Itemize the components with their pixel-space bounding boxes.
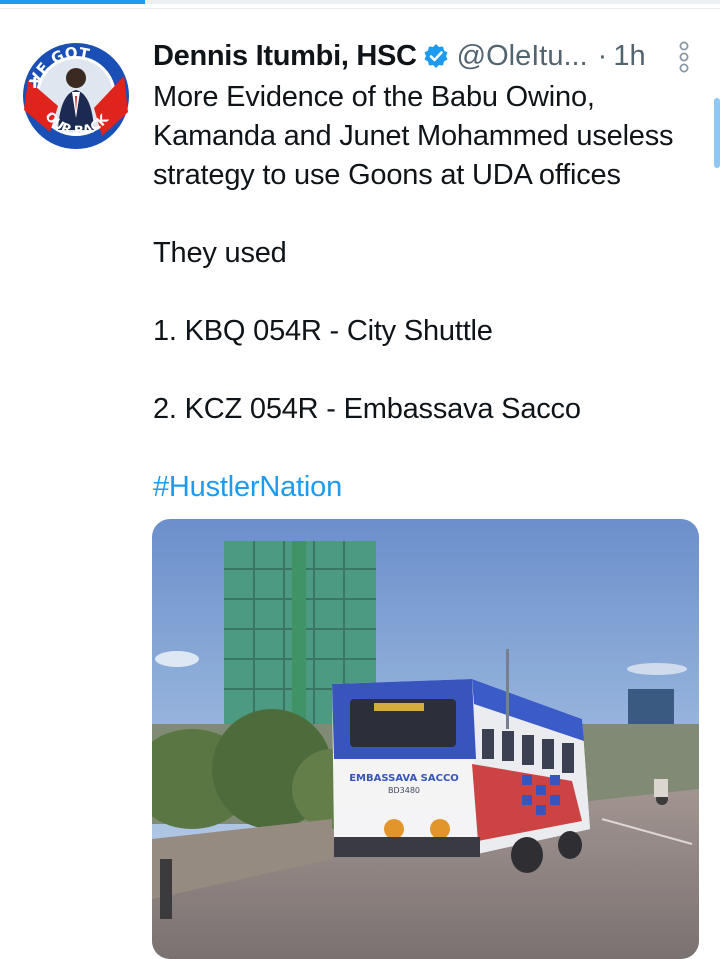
- hashtag-link[interactable]: #HustlerNation: [153, 468, 713, 507]
- author-handle[interactable]: @OleItu...: [457, 40, 588, 73]
- tweet-line-2: Kamanda and Junet Mohammed useless: [153, 120, 674, 152]
- author-name[interactable]: Dennis Itumbi, HSC: [153, 40, 417, 73]
- media-scene: EMBASSAVA SACCO BD3480: [152, 519, 699, 959]
- tweet-list-item-1: 1. KBQ 054R - City Shuttle: [153, 315, 493, 347]
- tweet-they-used: They used: [153, 237, 287, 269]
- active-tab-indicator: [0, 0, 145, 4]
- tweet-media-video[interactable]: EMBASSAVA SACCO BD3480: [152, 519, 699, 959]
- verified-badge-icon: [423, 43, 449, 69]
- more-vertical-icon[interactable]: [674, 40, 694, 74]
- header-separator: ·: [597, 39, 608, 72]
- scroll-indicator[interactable]: [714, 98, 720, 168]
- tweet-line-3: strategy to use Goons at UDA offices: [153, 159, 621, 191]
- tweet-list-item-2: 2. KCZ 054R - Embassava Sacco: [153, 393, 581, 425]
- tweet-timestamp[interactable]: 1h: [613, 40, 645, 73]
- tweet-header: Dennis Itumbi, HSC @OleItu... · 1h: [153, 36, 698, 76]
- avatar-ring-left-text: I: [32, 74, 38, 92]
- avatar-badge: VE GOT I OUR BACK: [21, 41, 131, 151]
- tab-divider: [0, 8, 720, 9]
- tweet-body: More Evidence of the Babu Owino, Kamanda…: [153, 78, 713, 507]
- top-tab-bar: [0, 0, 720, 4]
- tweet-line-1: More Evidence of the Babu Owino,: [153, 81, 595, 113]
- author-avatar[interactable]: VE GOT I OUR BACK: [20, 40, 132, 152]
